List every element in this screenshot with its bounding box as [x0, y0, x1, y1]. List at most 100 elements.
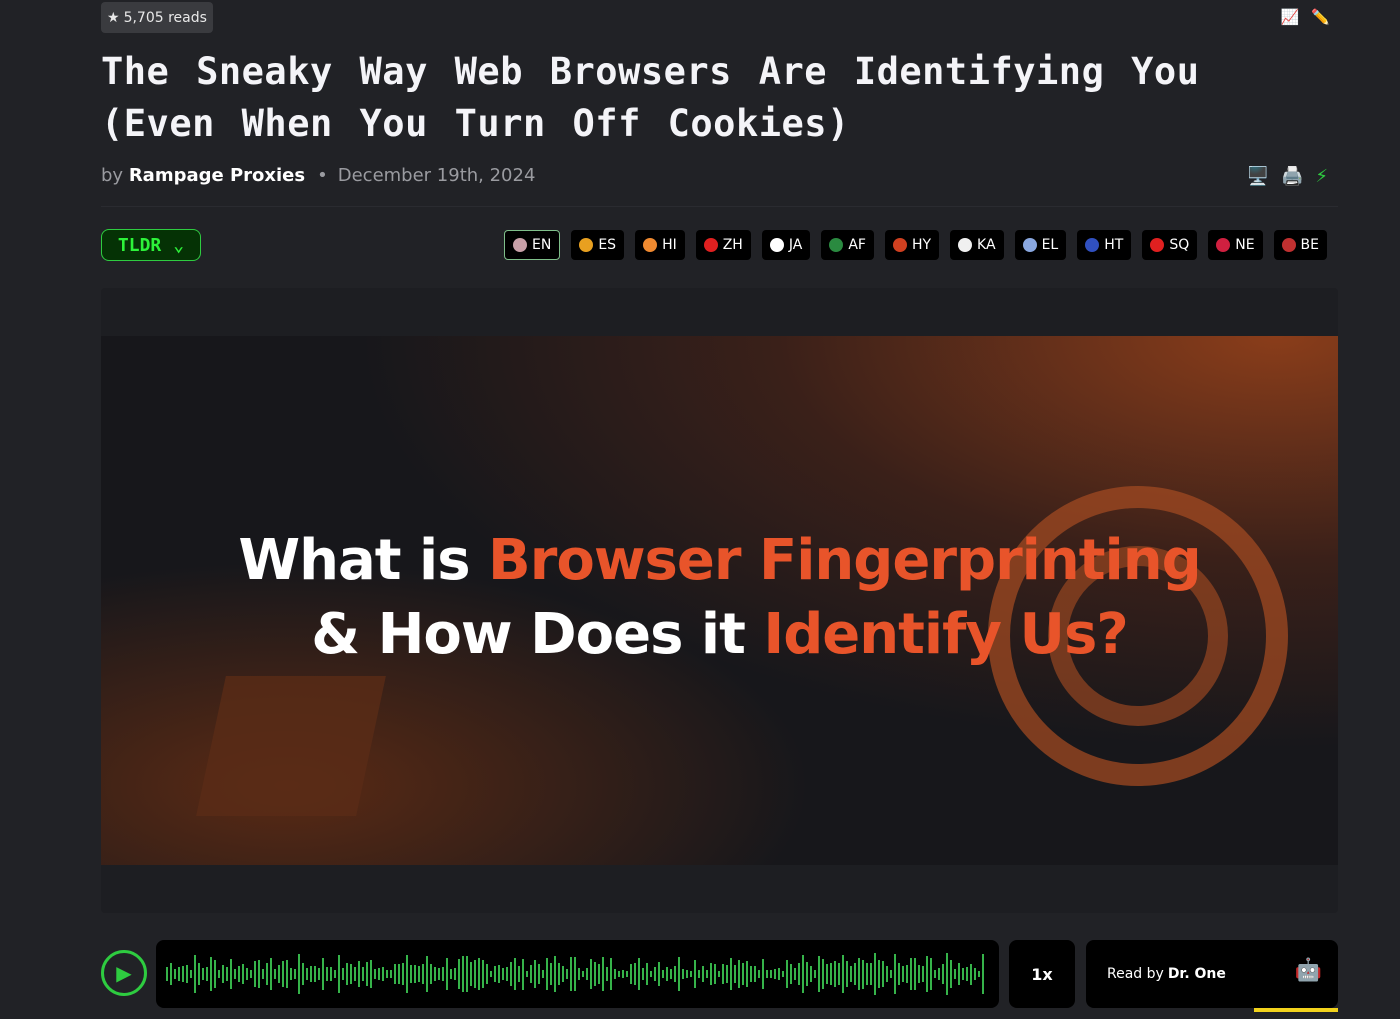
waveform-bar	[182, 965, 184, 983]
waveform-bar	[210, 957, 212, 991]
waveform-bar	[206, 966, 208, 982]
waveform-bar	[922, 965, 924, 983]
author-link[interactable]: Rampage Proxies	[129, 165, 305, 186]
lang-ka[interactable]: KA	[950, 230, 1004, 260]
flag-icon	[643, 238, 658, 252]
waveform-bar	[446, 957, 448, 991]
waveform-bar	[542, 970, 544, 978]
lightning-icon[interactable]: ⚡	[1315, 166, 1328, 187]
waveform-bar	[334, 969, 336, 979]
waveform-bar	[486, 963, 488, 985]
waveform-bar	[354, 966, 356, 982]
tldr-button[interactable]: TLDR ⌄	[101, 229, 201, 261]
monitor-icon[interactable]: 🖥️	[1247, 166, 1269, 187]
waveform-bar	[618, 970, 620, 978]
chart-icon[interactable]: 📈	[1281, 8, 1300, 26]
waveform-bar	[546, 958, 548, 990]
lang-es[interactable]: ES	[571, 230, 625, 260]
waveform-bar	[906, 965, 908, 983]
waveform-bar	[410, 965, 412, 983]
waveform-bar	[434, 966, 436, 982]
printer-icon[interactable]: 🖨️	[1281, 166, 1303, 187]
lang-hi[interactable]: HI	[635, 230, 685, 260]
waveform-bar	[846, 960, 848, 988]
waveform-bar	[406, 954, 408, 994]
waveform-bar	[750, 966, 752, 982]
waveform-bar	[502, 967, 504, 981]
waveform-bar	[346, 963, 348, 985]
waveform-bar	[290, 967, 292, 981]
waveform-bar	[886, 966, 888, 982]
waveform-bar	[530, 965, 532, 983]
play-button[interactable]: ▶	[101, 950, 147, 996]
waveform-bar	[686, 969, 688, 979]
waveform-bar	[258, 959, 260, 989]
waveform-bar	[266, 963, 268, 985]
waveform-bar	[738, 959, 740, 989]
waveform-bar	[866, 963, 868, 985]
waveform-bar	[746, 960, 748, 988]
lang-ne[interactable]: NE	[1208, 230, 1263, 260]
waveform-bar	[702, 966, 704, 982]
audio-waveform[interactable]	[156, 940, 999, 1008]
flag-icon	[579, 238, 594, 252]
lang-el[interactable]: EL	[1014, 230, 1067, 260]
lang-af[interactable]: AF	[821, 230, 874, 260]
waveform-bar	[830, 963, 832, 985]
waveform-bar	[350, 963, 352, 985]
waveform-bar	[374, 968, 376, 980]
waveform-bar	[870, 963, 872, 985]
waveform-bar	[646, 963, 648, 985]
waveform-bar	[250, 970, 252, 978]
waveform-bar	[558, 963, 560, 985]
waveform-bar	[522, 958, 524, 990]
speed-button[interactable]: 1x	[1009, 940, 1075, 1008]
waveform-bar	[946, 953, 948, 995]
lang-zh[interactable]: ZH	[695, 230, 751, 260]
waveform-bar	[798, 963, 800, 985]
waveform-bar	[898, 962, 900, 986]
waveform-bar	[722, 964, 724, 984]
waveform-bar	[930, 958, 932, 990]
waveform-bar	[918, 965, 920, 983]
waveform-bar	[194, 955, 196, 993]
waveform-bar	[630, 964, 632, 984]
waveform-bar	[762, 958, 764, 990]
pencil-icon[interactable]: ✏️	[1311, 8, 1330, 26]
lang-ht[interactable]: HT	[1077, 230, 1132, 260]
waveform-bar	[842, 954, 844, 994]
waveform-bar	[826, 963, 828, 985]
audio-progress	[1254, 1008, 1338, 1012]
waveform-bar	[426, 955, 428, 993]
waveform-bar	[398, 963, 400, 985]
waveform-bar	[470, 961, 472, 987]
reads-badge: ★ 5,705 reads	[101, 2, 213, 33]
waveform-bar	[802, 954, 804, 994]
lang-be[interactable]: BE	[1273, 230, 1327, 260]
waveform-bar	[606, 966, 608, 982]
waveform-bar	[386, 969, 388, 979]
star-icon: ★	[107, 9, 120, 26]
lang-en[interactable]: EN	[504, 230, 561, 260]
waveform-bar	[778, 967, 780, 981]
waveform-bar	[298, 954, 300, 994]
lang-sq[interactable]: SQ	[1142, 230, 1198, 260]
waveform-bar	[654, 967, 656, 981]
waveform-bar	[858, 958, 860, 990]
waveform-bar	[238, 966, 240, 982]
waveform-bar	[462, 955, 464, 993]
waveform-bar	[358, 961, 360, 987]
waveform-bar	[726, 964, 728, 984]
waveform-bar	[838, 962, 840, 986]
waveform-bar	[782, 970, 784, 978]
waveform-bar	[794, 967, 796, 981]
waveform-bar	[834, 961, 836, 987]
waveform-bar	[810, 966, 812, 982]
lang-hy[interactable]: HY	[884, 230, 940, 260]
waveform-bar	[570, 956, 572, 992]
lang-ja[interactable]: JA	[761, 230, 811, 260]
waveform-bar	[614, 969, 616, 979]
waveform-bar	[974, 968, 976, 980]
waveform-bar	[518, 966, 520, 982]
waveform-bar	[598, 964, 600, 984]
